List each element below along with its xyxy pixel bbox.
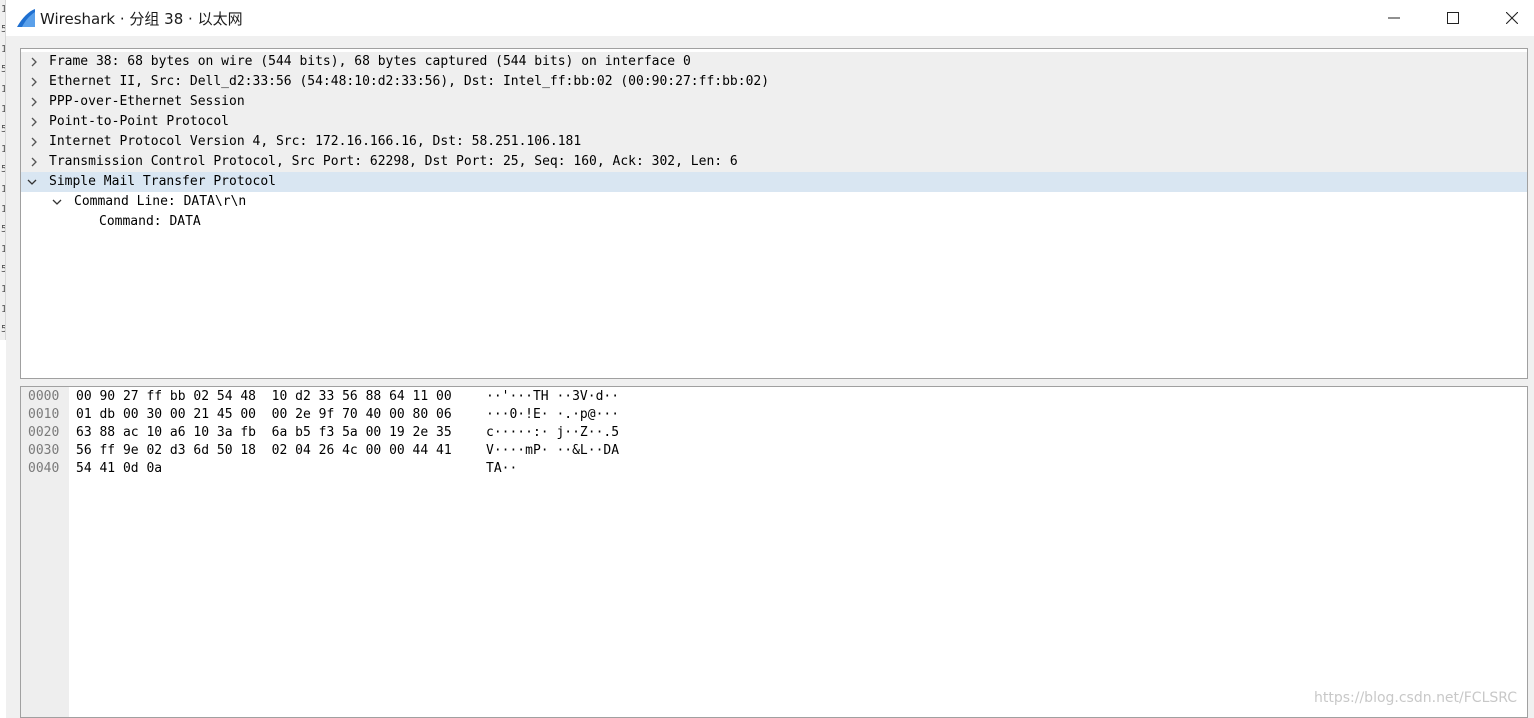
byte-offset: 0030 (28, 443, 60, 458)
byte-offset: 0020 (28, 425, 60, 440)
background-text-fragment: 1 (1, 44, 5, 55)
tree-row-label: Frame 38: 68 bytes on wire (544 bits), 6… (49, 54, 691, 69)
chevron-down-icon[interactable] (52, 197, 62, 207)
window-title: Wireshark · 分组 38 · 以太网 (40, 10, 243, 28)
hex-bytes[interactable]: 63 88 ac 10 a6 10 3a fb 6a b5 f3 5a 00 1… (76, 424, 452, 442)
tree-row-label: Internet Protocol Version 4, Src: 172.16… (49, 134, 582, 149)
ascii-bytes[interactable]: c·····:· j··Z··.5 (486, 424, 619, 442)
packet-details-tree[interactable]: Frame 38: 68 bytes on wire (544 bits), 6… (20, 48, 1528, 379)
tree-row-label: PPP-over-Ethernet Session (49, 94, 245, 109)
chevron-right-icon[interactable] (29, 137, 39, 147)
tree-row-command[interactable]: Command: DATA (21, 212, 1527, 232)
maximize-button[interactable] (1424, 0, 1482, 36)
tree-row-label: Command: DATA (99, 214, 201, 229)
background-text-fragment: 1 (1, 244, 5, 255)
ascii-bytes[interactable]: ···0·!E· ·.·p@··· (486, 406, 619, 424)
tree-row-ipv4[interactable]: Internet Protocol Version 4, Src: 172.16… (21, 132, 1527, 152)
background-text-fragment: 5 (1, 64, 5, 75)
background-text-fragment: 5 (1, 124, 5, 135)
tree-row-smtp[interactable]: Simple Mail Transfer Protocol (21, 172, 1527, 192)
tree-row-ppp[interactable]: Point-to-Point Protocol (21, 112, 1527, 132)
packet-bytes-pane[interactable]: 0000 00 90 27 ff bb 02 54 48 10 d2 33 56… (20, 386, 1528, 718)
watermark: https://blog.csdn.net/FCLSRC (1314, 690, 1518, 706)
byte-offset: 0010 (28, 407, 60, 422)
tree-row-label: Transmission Control Protocol, Src Port:… (49, 154, 738, 169)
tree-row-frame[interactable]: Frame 38: 68 bytes on wire (544 bits), 6… (21, 52, 1527, 72)
hex-bytes[interactable]: 01 db 00 30 00 21 45 00 00 2e 9f 70 40 0… (76, 406, 452, 424)
maximize-icon (1447, 12, 1459, 24)
background-text-fragment: 1 (1, 4, 5, 15)
background-text-fragment: 1 (1, 204, 5, 215)
ascii-bytes[interactable]: V····mP· ··&L··DA (486, 442, 619, 460)
background-text-fragment: 1 (1, 104, 5, 115)
background-text-fragment: 1 (1, 84, 5, 95)
hex-bytes[interactable]: 00 90 27 ff bb 02 54 48 10 d2 33 56 88 6… (76, 388, 452, 406)
hex-bytes[interactable]: 56 ff 9e 02 d3 6d 50 18 02 04 26 4c 00 0… (76, 442, 452, 460)
chevron-right-icon[interactable] (29, 77, 39, 87)
close-icon (1506, 12, 1518, 24)
tree-row-label: Ethernet II, Src: Dell_d2:33:56 (54:48:1… (49, 74, 770, 89)
minimize-icon (1388, 17, 1400, 19)
byte-offset: 0000 (28, 389, 60, 404)
chevron-right-icon[interactable] (29, 57, 39, 67)
ascii-bytes[interactable]: ··'···TH ··3V·d·· (486, 388, 619, 406)
chevron-right-icon[interactable] (29, 117, 39, 127)
background-text-fragment: 1 (1, 304, 5, 315)
title-bar[interactable]: Wireshark · 分组 38 · 以太网 (6, 0, 1534, 36)
background-text-fragment: 5 (1, 224, 5, 235)
close-button[interactable] (1483, 0, 1534, 36)
chevron-down-icon[interactable] (27, 177, 37, 187)
minimize-button[interactable] (1365, 0, 1423, 36)
byte-offset: 0040 (28, 461, 60, 476)
background-text-fragment: 5 (1, 264, 5, 275)
tree-row-command-line[interactable]: Command Line: DATA\r\n (21, 192, 1527, 212)
chevron-right-icon[interactable] (29, 157, 39, 167)
tree-row-label: Point-to-Point Protocol (49, 114, 230, 129)
background-text-fragment: 5 (1, 324, 5, 335)
tree-row-label: Command Line: DATA\r\n (74, 194, 247, 209)
background-text-fragment: 1 (1, 284, 5, 295)
background-text-fragment: 5 (1, 164, 5, 175)
hex-bytes[interactable]: 54 41 0d 0a (76, 460, 162, 478)
wireshark-fin-icon (16, 8, 36, 28)
tree-row-ethernet[interactable]: Ethernet II, Src: Dell_d2:33:56 (54:48:1… (21, 72, 1527, 92)
ascii-bytes[interactable]: TA·· (486, 460, 517, 478)
background-text-fragment: 5 (1, 24, 5, 35)
chevron-right-icon[interactable] (29, 97, 39, 107)
tree-row-tcp[interactable]: Transmission Control Protocol, Src Port:… (21, 152, 1527, 172)
background-text-fragment: 1 (1, 184, 5, 195)
tree-row-label: Simple Mail Transfer Protocol (49, 174, 276, 189)
background-text-fragment: 1 (1, 144, 5, 155)
tree-row-pppoe[interactable]: PPP-over-Ethernet Session (21, 92, 1527, 112)
